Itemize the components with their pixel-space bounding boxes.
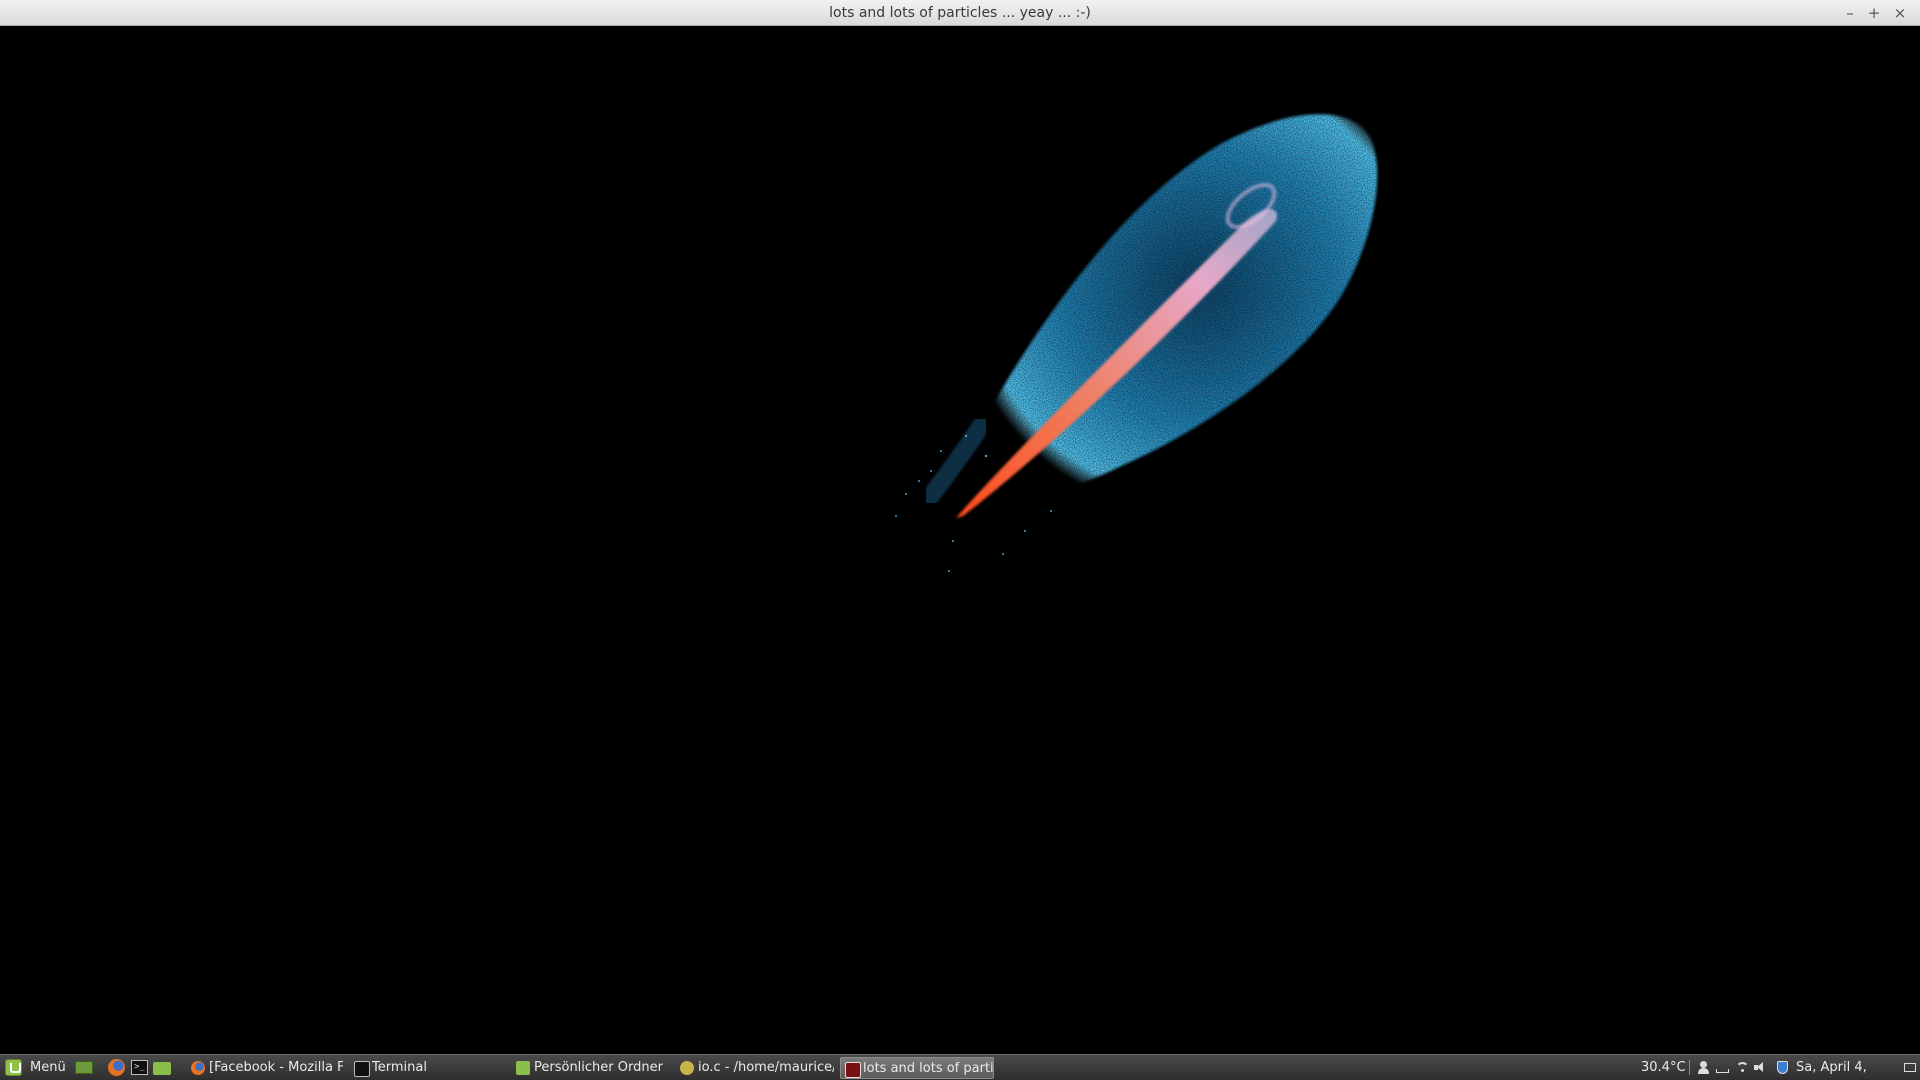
show-desktop-tray-icon[interactable] bbox=[1904, 1061, 1917, 1074]
minimize-button[interactable]: – bbox=[1840, 3, 1860, 23]
folder-icon[interactable] bbox=[152, 1058, 172, 1077]
close-button[interactable]: × bbox=[1890, 3, 1910, 23]
task-particles-app[interactable]: lots and lots of particl... bbox=[840, 1057, 994, 1079]
show-desktop-icon[interactable] bbox=[74, 1058, 94, 1077]
task-terminal[interactable]: Terminal bbox=[350, 1057, 502, 1079]
task-label: Terminal bbox=[372, 1060, 427, 1075]
maximize-button[interactable]: + bbox=[1864, 3, 1884, 23]
wifi-icon[interactable] bbox=[1736, 1061, 1749, 1074]
terminal-icon bbox=[354, 1061, 370, 1077]
task-label: lots and lots of particl... bbox=[863, 1061, 994, 1076]
start-menu-button[interactable]: Menü bbox=[2, 1055, 70, 1080]
user-icon[interactable] bbox=[1697, 1061, 1710, 1074]
particle-canvas[interactable] bbox=[1, 26, 1919, 1054]
particle-cloud bbox=[922, 114, 1378, 505]
task-home-folder[interactable]: Persönlicher Ordner bbox=[512, 1057, 667, 1079]
task-label: io.c - /home/maurice/... bbox=[698, 1060, 834, 1075]
folder-icon bbox=[516, 1061, 530, 1075]
firefox-icon bbox=[191, 1061, 205, 1075]
particle-scene bbox=[895, 114, 1378, 572]
editor-icon bbox=[680, 1061, 694, 1075]
window-titlebar[interactable]: lots and lots of particles ... yeay ... … bbox=[0, 0, 1920, 26]
mint-logo-icon bbox=[5, 1059, 22, 1076]
cpu-temperature[interactable]: 30.4°C bbox=[1641, 1055, 1686, 1080]
terminal-icon[interactable]: >_ bbox=[130, 1058, 150, 1077]
keyboard-icon[interactable] bbox=[1716, 1061, 1729, 1074]
app-icon bbox=[845, 1062, 861, 1078]
task-label: [Facebook - Mozilla Fi... bbox=[209, 1060, 343, 1075]
tray-separator bbox=[1689, 1060, 1690, 1075]
clock[interactable]: Sa, April 4, 11:38 bbox=[1796, 1055, 1900, 1080]
volume-icon[interactable] bbox=[1754, 1061, 1767, 1074]
task-editor[interactable]: io.c - /home/maurice/... bbox=[676, 1057, 834, 1079]
menu-label: Menü bbox=[30, 1060, 66, 1075]
window-title: lots and lots of particles ... yeay ... … bbox=[829, 5, 1091, 21]
taskbar: Menü >_ [Facebook - Mozilla Fi... Termin… bbox=[0, 1054, 1920, 1080]
task-firefox[interactable]: [Facebook - Mozilla Fi... bbox=[187, 1057, 343, 1079]
task-label: Persönlicher Ordner bbox=[534, 1060, 663, 1075]
update-shield-icon[interactable] bbox=[1776, 1061, 1789, 1074]
firefox-icon[interactable] bbox=[106, 1058, 126, 1077]
